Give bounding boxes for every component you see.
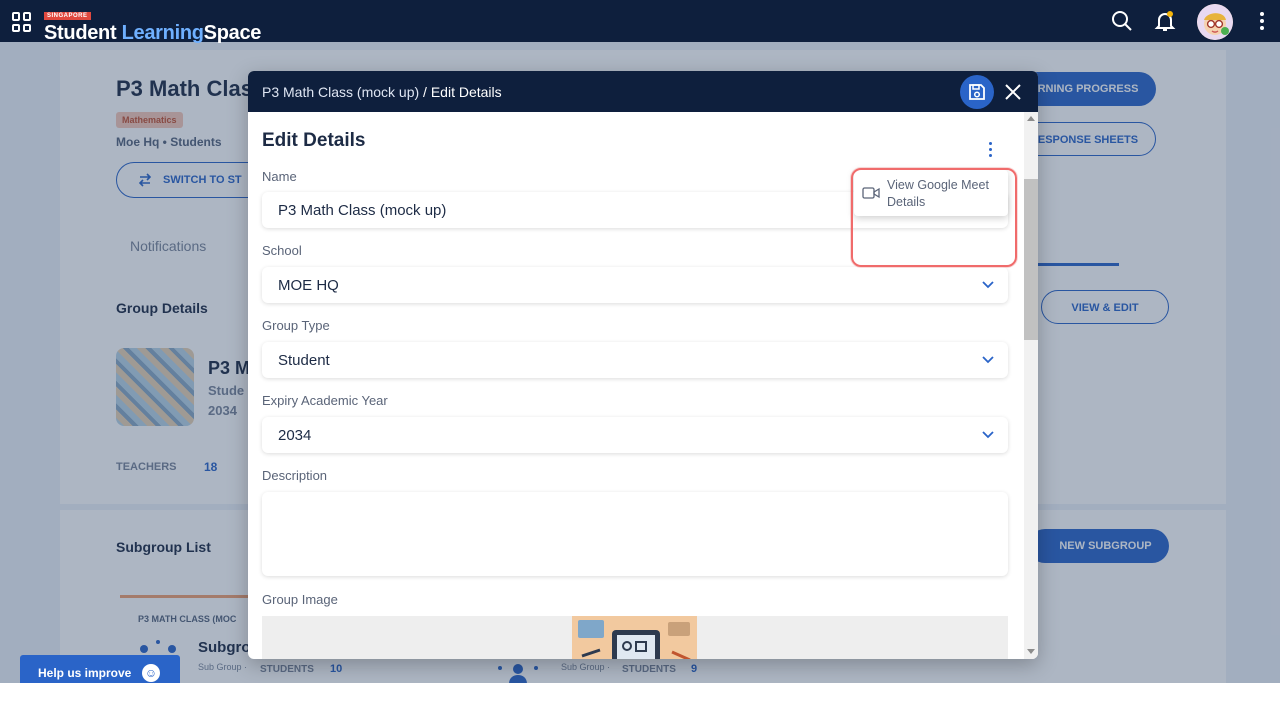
modal-body: Edit Details Name P3 Math Class (mock up… [248,112,1024,659]
app-shell: P3 Math Clas Mathematics Moe Hq • Studen… [0,0,1280,683]
chevron-down-icon [982,281,994,289]
section-title: Edit Details [262,130,366,151]
name-field-value: P3 Math Class (mock up) [278,202,447,219]
search-icon[interactable] [1110,9,1134,33]
group-image [572,616,697,659]
bottom-strip [0,683,1280,701]
brand-part2: Learning [121,22,204,44]
brand-name: Student LearningSpace [44,22,261,44]
apps-grid-icon[interactable] [12,12,32,32]
school-select[interactable]: MOE HQ [262,267,1008,303]
group-type-select-value: Student [278,352,330,369]
group-type-select[interactable]: Student [262,342,1008,378]
help-label: Help us improve [38,666,132,680]
description-label: Description [262,468,328,483]
name-label: Name [262,169,297,184]
top-bar: SINGAPORE Student LearningSpace [0,0,1280,44]
scroll-thumb[interactable] [1024,179,1038,340]
group-image-area[interactable] [262,616,1008,659]
school-select-value: MOE HQ [278,277,339,294]
group-image-illustration [572,616,697,659]
breadcrumb-parent[interactable]: P3 Math Class (mock up) [262,84,419,100]
chevron-down-icon [982,356,994,364]
brand-logo[interactable]: SINGAPORE Student LearningSpace [44,4,261,44]
expiry-select[interactable]: 2034 [262,417,1008,453]
modal-scrollbar[interactable] [1024,112,1038,659]
brand-part3: Space [203,22,262,44]
save-icon [969,84,985,100]
edit-details-modal: P3 Math Class (mock up) / Edit Details E… [248,71,1038,659]
close-icon[interactable] [1002,81,1024,103]
smile-icon: ☺ [142,664,160,682]
bell-icon[interactable] [1153,9,1177,33]
expiry-label: Expiry Academic Year [262,393,388,408]
group-type-label: Group Type [262,318,330,333]
school-label: School [262,243,302,258]
brand-tag: SINGAPORE [44,12,91,20]
avatar-illustration [1197,4,1233,40]
breadcrumb-current: Edit Details [430,84,502,100]
video-camera-icon [862,187,880,199]
scroll-down-arrow[interactable] [1027,649,1035,654]
expiry-select-value: 2034 [278,427,312,444]
help-us-improve-button[interactable]: Help us improve ☺ [20,655,180,683]
chevron-down-icon [982,431,994,439]
breadcrumb-separator: / [419,84,431,100]
group-image-label: Group Image [262,592,338,607]
kebab-icon[interactable] [972,134,1008,164]
options-menu: View Google Meet Details [854,170,1008,216]
modal-header: P3 Math Class (mock up) / Edit Details [248,71,1038,112]
save-button[interactable] [960,75,994,109]
avatar[interactable] [1197,4,1233,40]
description-field[interactable] [262,492,1008,576]
menu-item-label: View Google Meet Details [887,178,989,209]
menu-item-view-google-meet[interactable]: View Google Meet Details [854,170,1008,216]
brand-part1: Student [44,22,117,44]
scroll-up-arrow[interactable] [1027,116,1035,121]
more-vert-icon[interactable] [1250,9,1274,33]
